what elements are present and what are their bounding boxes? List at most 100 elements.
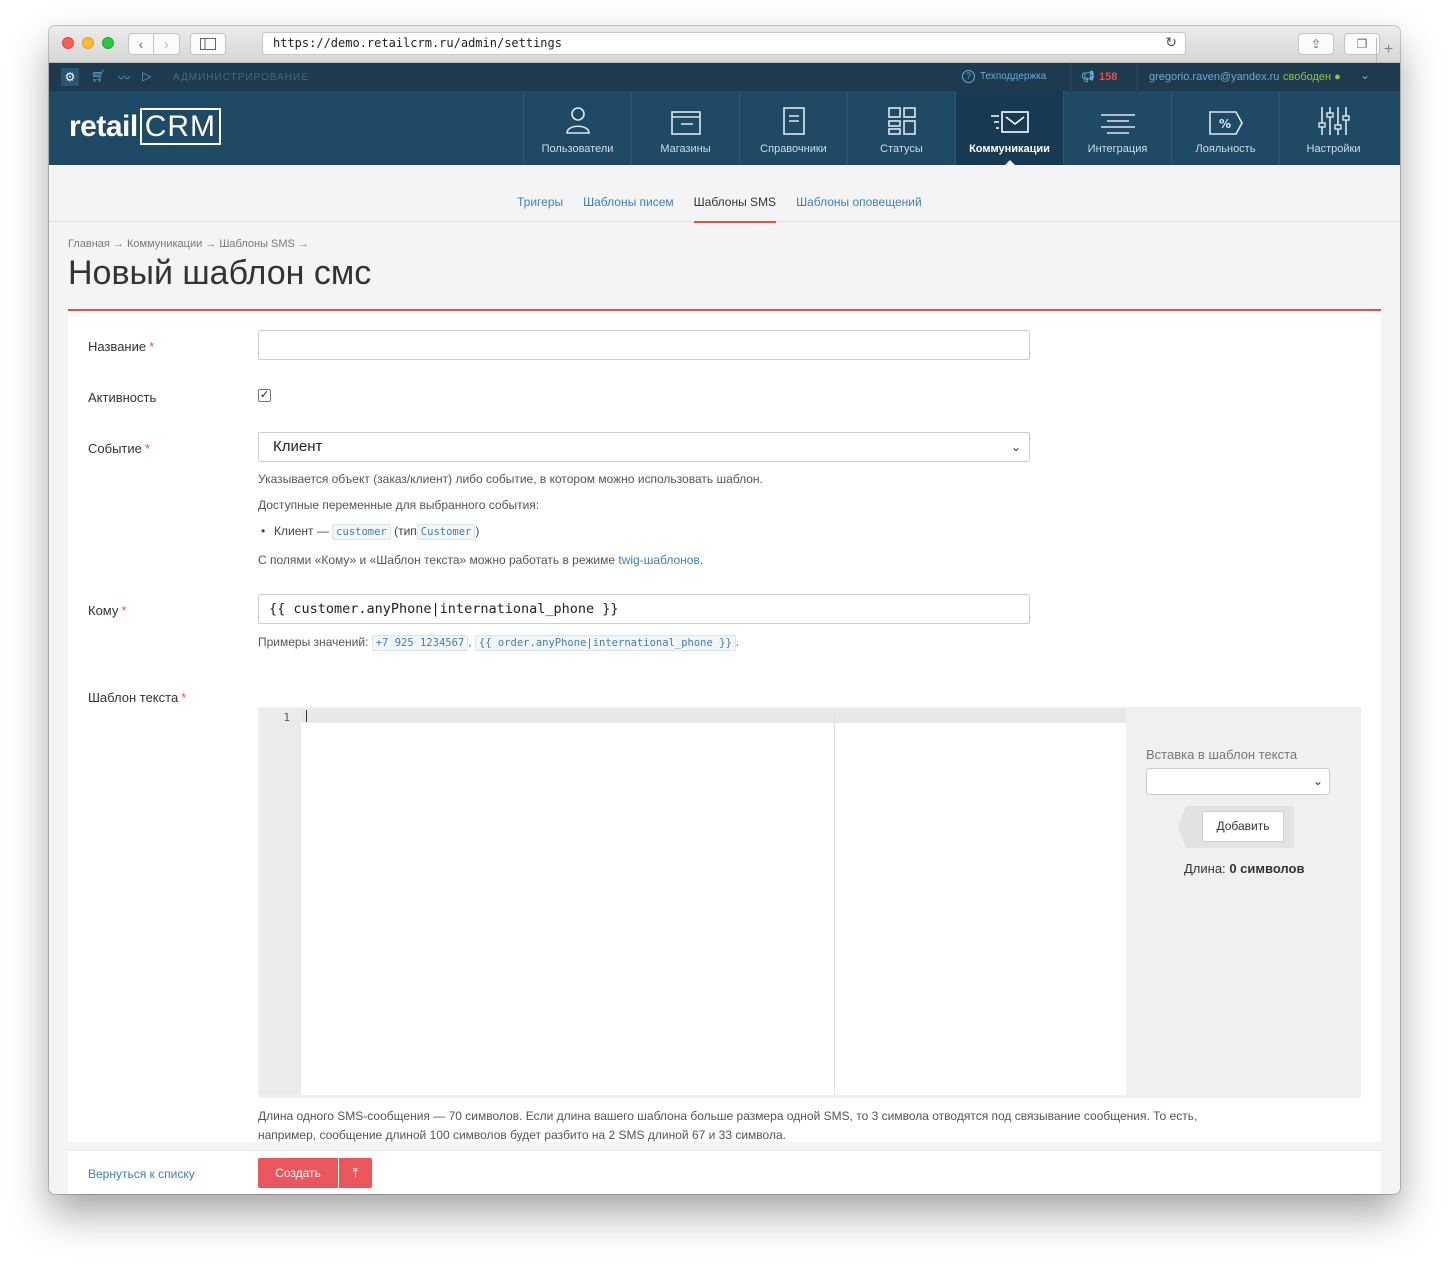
variable-type: Customer [416,524,476,540]
address-bar[interactable]: https://demo.retailcrm.ru/admin/settings… [262,32,1186,55]
logo[interactable]: retail CRM [69,108,222,145]
sub-navigation: Тригеры Шаблоны писем Шаблоны SMS Шаблон… [49,165,1400,223]
to-input[interactable]: {{ customer.anyPhone|international_phone… [258,594,1030,624]
sliders-icon [1317,107,1350,135]
sidebar-toggle-button[interactable] [190,33,226,55]
nav-label: Лояльность [1195,143,1256,155]
svg-text:%: % [1219,117,1231,131]
subtabs: Тригеры Шаблоны писем Шаблоны SMS Шаблон… [517,195,922,223]
event-selected-value: Клиент [273,438,323,455]
tabs-icon: ❐ [1356,37,1368,51]
section-label: АДМИНИСТРИРОВАНИЕ [173,72,309,83]
history-buttons: ‹ › [128,33,180,55]
chevron-left-icon: ‹ [138,36,144,52]
divider [1137,63,1138,91]
share-button[interactable]: ⇪ [1298,33,1334,55]
nav-stores[interactable]: Магазины [631,91,739,165]
minimize-window-button[interactable] [82,37,94,49]
gear-icon[interactable]: ⚙ [61,68,79,86]
event-label: Событие * [88,441,150,456]
nav-users[interactable]: Пользователи [523,91,631,165]
add-button-container: Добавить [1178,806,1294,848]
logo-crm: CRM [139,108,222,145]
analytics-icon[interactable]: 〰 [118,69,130,86]
notifications-count: 158 [1098,71,1118,83]
percent-tag-icon: % [1208,111,1243,135]
twig-templates-link[interactable]: twig-шаблонов [618,553,699,567]
event-help: Указывается объект (заказ/клиент) либо с… [258,472,763,486]
nav-label: Статусы [880,143,923,155]
to-label: Кому * [88,603,127,618]
create-and-up-button[interactable]: ⤒ [339,1158,372,1188]
active-label: Активность [88,390,157,405]
variable-list-item: Клиент — customer (типCustomer) [261,524,479,540]
back-button[interactable]: ‹ [128,33,154,55]
mail-icon [990,111,1029,133]
play-icon[interactable]: ▷ [142,69,151,86]
name-label: Название * [88,339,155,354]
nav-label: Настройки [1306,143,1361,155]
create-button[interactable]: Создать [258,1158,338,1188]
add-button[interactable]: Добавить [1202,811,1284,842]
example-twig: {{ order.anyPhone|international_phone }} [474,635,736,651]
new-tab-button[interactable]: + [1376,38,1400,63]
event-select[interactable]: Клиент ⌄ [258,432,1030,462]
logo-text: retail [69,110,138,143]
browser-actions: ⇪ ❐ [1298,33,1380,55]
insert-label: Вставка в шаблон текста [1146,747,1298,762]
support-label: Техподдержка [980,71,1047,82]
code-editor[interactable]: 1 [260,709,1126,1095]
insert-select[interactable]: ⌄ [1146,768,1330,795]
forward-button[interactable]: › [154,33,180,55]
admin-topbar: ⚙ 🛒︎ 〰 ▷ АДМИНИСТРИРОВАНИЕ ? Техподдержка… [49,63,1400,91]
reload-icon[interactable]: ↻ [1165,33,1177,54]
nav-loyalty[interactable]: % Лояльность [1171,91,1279,165]
chevron-down-icon[interactable]: ⌄ [1360,68,1370,82]
user-status[interactable]: свободен ● [1283,71,1341,83]
nav-label: Магазины [660,143,711,155]
notifications-button[interactable]: 📢︎ 158 [1081,70,1117,83]
page-title: Новый шаблон смс [68,254,372,292]
chevron-right-icon: › [164,36,169,52]
variables-help: Доступные переменные для выбранного собы… [258,498,540,512]
document-icon [782,107,805,135]
to-examples: Примеры значений: +7 925 1234567, {{ ord… [258,635,740,651]
user-email[interactable]: gregorio.raven@yandex.ru [1149,71,1279,83]
chevron-down-icon: ⌄ [1010,440,1021,454]
browser-window: ‹ › https://demo.retailcrm.ru/admin/sett… [49,26,1400,1194]
chevron-down-icon: ⌄ [1312,774,1323,788]
zoom-window-button[interactable] [102,37,114,49]
sms-template-form: Название * Активность ✓ Событие * Клиент ⌄… [68,311,1381,1142]
nav-statuses[interactable]: Статусы [847,91,955,165]
tab-email-templates[interactable]: Шаблоны писем [583,195,674,223]
active-checkbox[interactable]: ✓ [258,389,271,402]
support-link[interactable]: ? Техподдержка [962,70,1046,83]
sms-length-note: Длина одного SMS-сообщения — 70 символов… [258,1109,1198,1142]
form-actions-bar: Вернуться к списку Создать ⤒ [68,1150,1381,1194]
cart-icon[interactable]: 🛒︎ [91,69,106,86]
nav-integration[interactable]: Интеграция [1063,91,1171,165]
line-number: 1 [283,711,290,724]
user-icon [565,107,590,134]
breadcrumb[interactable]: Главная → Коммуникации → Шаблоны SMS → [68,238,309,250]
nav-directories[interactable]: Справочники [739,91,847,165]
tab-triggers[interactable]: Тригеры [517,195,563,223]
back-to-list-link[interactable]: Вернуться к списку [88,1167,195,1181]
quick-icons: 🛒︎ 〰 ▷ [91,69,151,86]
variable-name: customer [332,524,391,540]
main-nav: Пользователи Магазины Справочники Статус… [523,91,1387,166]
tab-notification-templates[interactable]: Шаблоны оповещений [796,195,922,223]
share-icon: ⇪ [1310,37,1322,51]
tabs-overview-button[interactable]: ❐ [1344,33,1380,55]
grid-icon [887,107,916,135]
close-window-button[interactable] [62,37,74,49]
checkmark-icon: ✓ [259,389,270,401]
nav-label: Справочники [760,143,827,155]
tab-sms-templates[interactable]: Шаблоны SMS [693,195,777,223]
name-input[interactable] [258,330,1030,360]
active-line [301,709,1126,723]
text-template-label: Шаблон текста * [88,690,187,705]
insert-panel: Вставка в шаблон текста ⌄ Добавить Длина… [1146,747,1330,876]
nav-settings[interactable]: Настройки [1279,91,1387,165]
nav-communications[interactable]: Коммуникации [955,91,1063,166]
